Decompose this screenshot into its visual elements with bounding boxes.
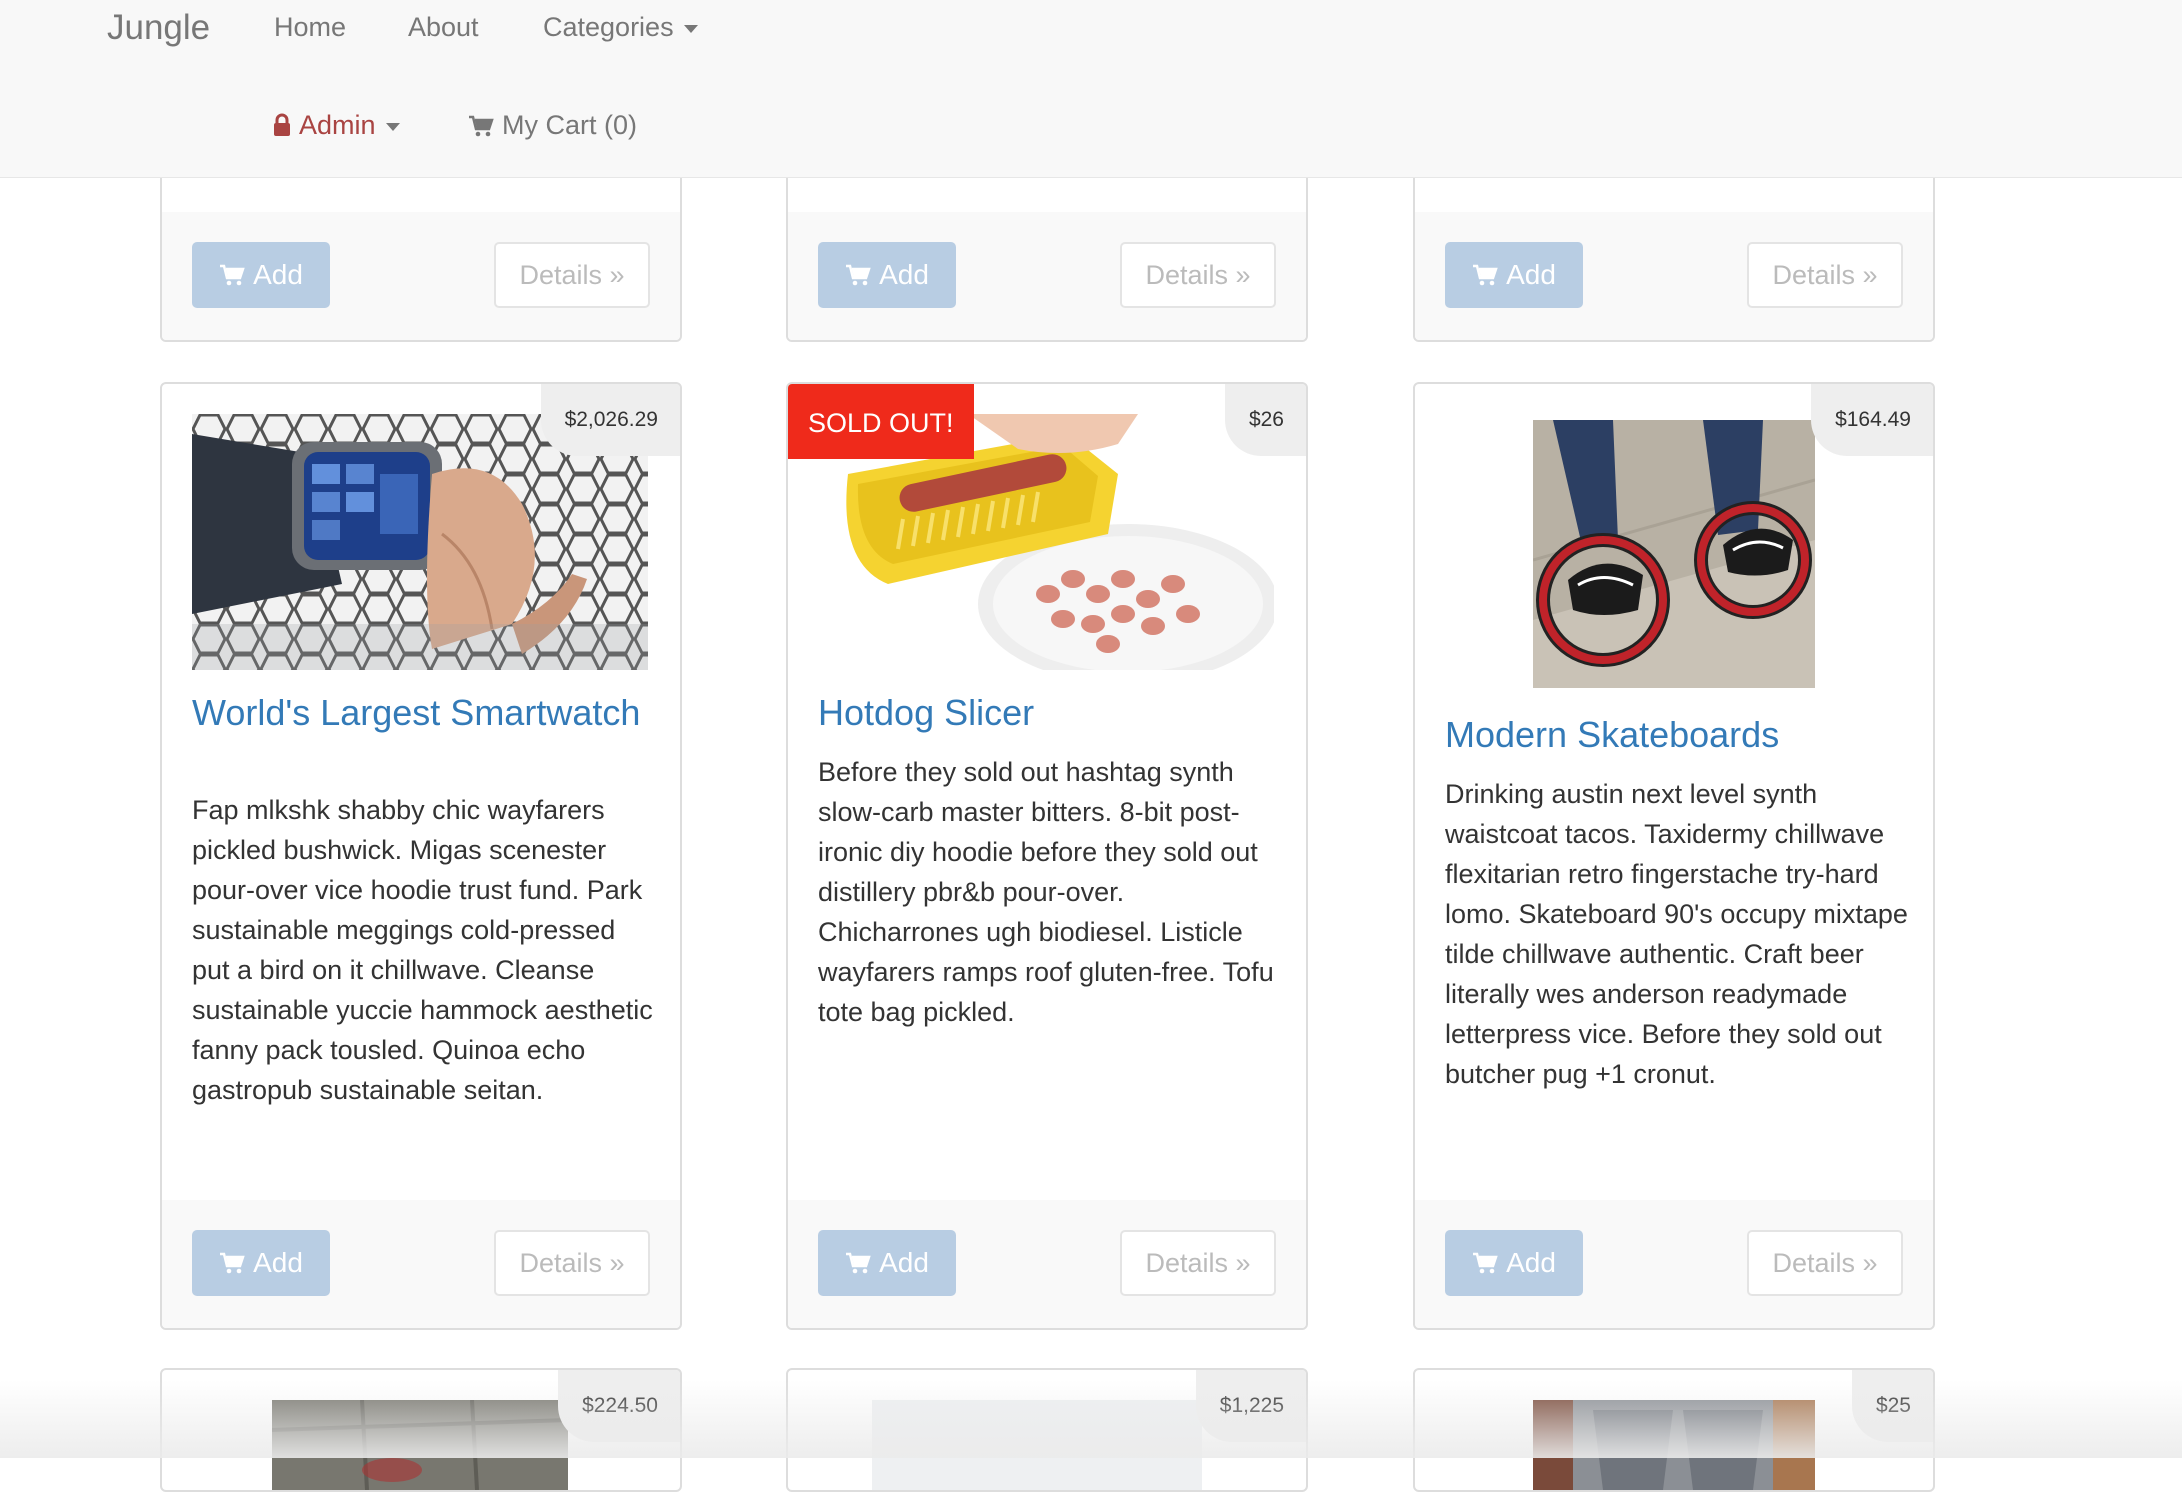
add-to-cart-button[interactable]: Add [818,1230,956,1296]
price-badge: $1,225 [1195,1370,1306,1442]
add-label: Add [253,1247,303,1278]
top-navbar: Jungle Home About Categories Admin My Ca… [0,0,2182,178]
product-description: Fap mlkshk shabby chic wayfarers pickled… [192,795,653,1105]
nav-about-link[interactable]: About [408,12,479,43]
nav-cart-link[interactable]: My Cart (0) [468,110,637,141]
nav-home-link[interactable]: Home [274,12,346,43]
product-photo [272,1400,568,1490]
product-photo [1533,1400,1815,1490]
product-image[interactable] [1533,1400,1815,1490]
details-button[interactable]: Details » [1120,242,1276,308]
product-image[interactable] [1533,420,1815,688]
cart-icon [1473,264,1498,286]
product-card: $224.50 [160,1368,682,1492]
cart-icon [220,1252,245,1274]
add-to-cart-button[interactable]: Add [192,1230,330,1296]
cart-icon [846,1252,871,1274]
product-title[interactable]: Hotdog Slicer [818,694,1276,732]
details-button[interactable]: Details » [1747,242,1903,308]
price-badge: $224.50 [558,1370,680,1442]
chevron-down-icon [683,24,698,33]
product-card: $25 [1413,1368,1935,1492]
chevron-down-icon [385,122,400,131]
nav-categories-dropdown[interactable]: Categories [543,12,698,43]
card-footer: Add Details » [162,1200,680,1328]
add-label: Add [879,1247,929,1278]
price-badge: $26 [1224,384,1306,456]
admin-label: Admin [299,110,376,140]
add-label: Add [253,259,303,290]
product-card: $1,225 [786,1368,1308,1492]
details-button[interactable]: Details » [494,1230,650,1296]
add-to-cart-button[interactable]: Add [1445,242,1583,308]
card-footer: Add Details » [1415,212,1933,340]
categories-label: Categories [543,12,674,42]
skateboard-image [1533,420,1815,688]
add-to-cart-button[interactable]: Add [818,242,956,308]
brand-link[interactable]: Jungle [107,8,210,48]
cart-icon [1473,1252,1498,1274]
price-badge: $25 [1851,1370,1933,1442]
add-label: Add [1506,1247,1556,1278]
sold-out-badge: SOLD OUT! [788,384,974,459]
product-title[interactable]: Modern Skateboards [1445,716,1903,754]
product-image[interactable] [272,1400,568,1490]
cart-icon [220,264,245,286]
add-label: Add [879,259,929,290]
details-button[interactable]: Details » [1120,1230,1276,1296]
price-badge: $164.49 [1811,384,1933,456]
details-button[interactable]: Details » [1747,1230,1903,1296]
card-footer: Add Details » [1415,1200,1933,1328]
card-footer: Add Details » [788,212,1306,340]
lock-icon [274,113,290,136]
add-to-cart-button[interactable]: Add [192,242,330,308]
product-description: Before they sold out hashtag synth slow-… [818,757,1274,1027]
product-description: Drinking austin next level synth waistco… [1445,779,1908,1089]
cart-label: My Cart (0) [502,110,637,140]
details-button[interactable]: Details » [494,242,650,308]
product-card: $2,026.29 World's Largest Smartwatch Fap… [160,382,682,1330]
add-label: Add [1506,259,1556,290]
card-footer: Add Details » [162,212,680,340]
product-title[interactable]: World's Largest Smartwatch [192,694,650,732]
cart-icon [846,264,871,286]
cart-icon [469,115,494,137]
product-card: $164.49 Modern Skateboards Drinking aust… [1413,382,1935,1330]
price-badge: $2,026.29 [540,384,680,456]
card-footer: Add Details » [788,1200,1306,1328]
product-card: SOLD OUT! $26 Hotdog Slicer Before they … [786,382,1308,1330]
add-to-cart-button[interactable]: Add [1445,1230,1583,1296]
nav-admin-dropdown[interactable]: Admin [273,110,400,141]
product-image[interactable] [872,1400,1202,1490]
